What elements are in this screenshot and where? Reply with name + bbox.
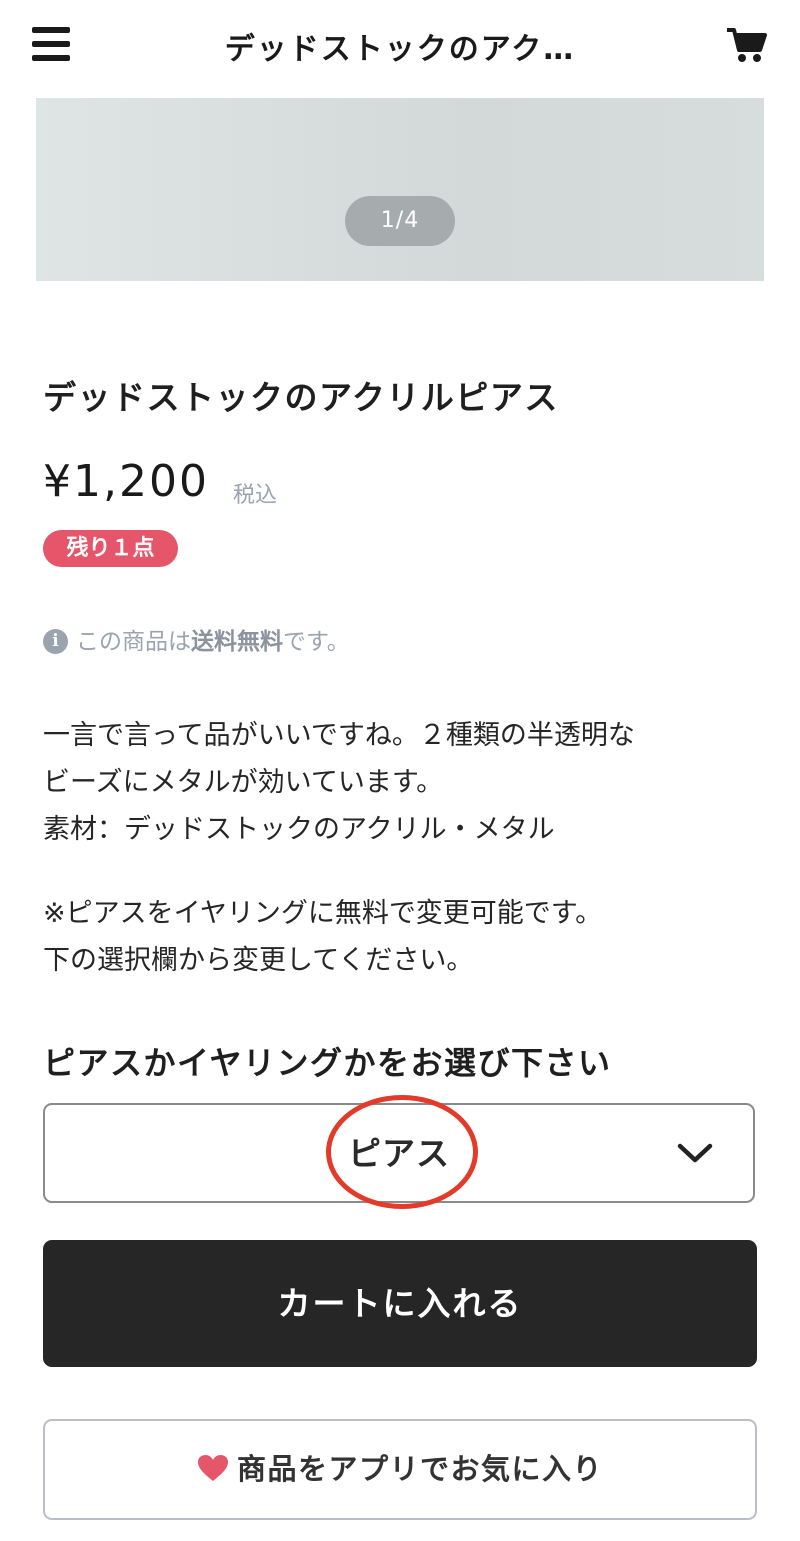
product-description: 一言で言って品がいいですね。２種類の半透明な ビーズにメタルが効いています。 素… bbox=[43, 712, 758, 984]
product-image-gallery[interactable]: 1/4 bbox=[36, 98, 764, 281]
option-selected-value: ピアス bbox=[348, 1134, 450, 1173]
info-icon: i bbox=[43, 629, 68, 654]
description-line: 一言で言って品がいいですね。２種類の半透明な bbox=[43, 720, 635, 751]
stock-badge: 残り１点 bbox=[43, 530, 178, 567]
description-line: 素材：デッドストックのアクリル・メタル bbox=[43, 814, 555, 845]
app-header: デッドストックのアク… bbox=[0, 0, 800, 90]
shipping-prefix: この商品は bbox=[76, 629, 191, 655]
product-price: ¥1,200 bbox=[43, 456, 209, 507]
header-title: デッドストックのアク… bbox=[224, 32, 576, 67]
description-line: ビーズにメタルが効いています。 bbox=[43, 767, 444, 798]
favorite-label: 商品をアプリでお気に入り bbox=[236, 1452, 603, 1486]
shipping-suffix: です。 bbox=[283, 629, 350, 655]
favorite-in-app-button[interactable]: 商品をアプリでお気に入り bbox=[43, 1419, 757, 1520]
description-line: 下の選択欄から変更してください。 bbox=[43, 945, 474, 976]
option-select[interactable]: ピアス bbox=[43, 1103, 755, 1203]
shipping-highlight: 送料無料 bbox=[191, 629, 283, 655]
description-line: ※ピアスをイヤリングに無料で変更可能です。 bbox=[43, 898, 603, 929]
hamburger-menu-icon[interactable] bbox=[32, 27, 70, 61]
product-title: デッドストックのアクリルピアス bbox=[43, 378, 559, 417]
chevron-down-icon bbox=[677, 1143, 713, 1163]
shipping-notice: i この商品は送料無料です。 bbox=[43, 622, 350, 656]
heart-icon bbox=[197, 1455, 228, 1481]
option-label: ピアスかイヤリングかをお選び下さい bbox=[43, 1044, 612, 1082]
tax-note: 税込 bbox=[233, 483, 278, 508]
add-to-cart-button[interactable]: カートに入れる bbox=[43, 1240, 757, 1367]
shopping-cart-icon[interactable] bbox=[726, 26, 768, 64]
image-counter: 1/4 bbox=[345, 196, 455, 246]
